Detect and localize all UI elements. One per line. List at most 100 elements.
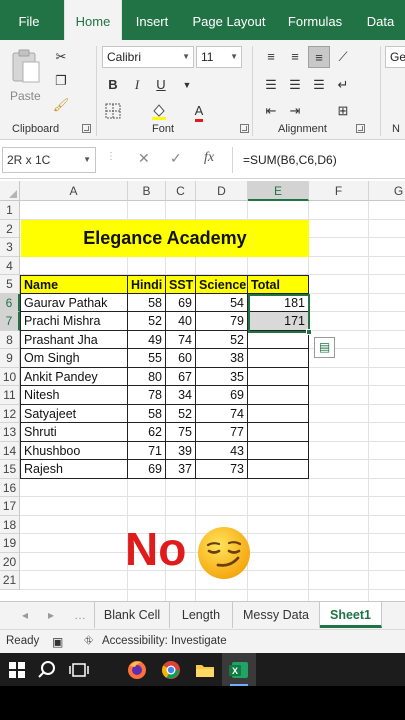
table-cell[interactable]: 69 bbox=[196, 386, 248, 405]
table-cell[interactable]: 34 bbox=[166, 386, 196, 405]
table-cell[interactable] bbox=[248, 404, 309, 423]
table-cell[interactable]: 52 bbox=[166, 404, 196, 423]
paste-button[interactable]: Paste bbox=[6, 46, 46, 106]
quick-analysis-button[interactable]: ▤ bbox=[314, 337, 335, 358]
row-header[interactable]: 1 bbox=[0, 201, 20, 220]
column-header[interactable]: A bbox=[20, 181, 128, 201]
table-header-cell[interactable]: SST bbox=[166, 275, 196, 294]
align-center-button[interactable]: ☰ bbox=[284, 74, 306, 96]
row-header[interactable]: 16 bbox=[0, 478, 20, 497]
select-all-button[interactable] bbox=[0, 181, 20, 201]
table-cell[interactable]: 79 bbox=[196, 312, 248, 331]
more-tabs-icon[interactable]: … bbox=[74, 608, 86, 622]
enter-icon[interactable]: ✓ bbox=[170, 150, 182, 167]
font-name-combo[interactable]: Calibri ▼ bbox=[102, 46, 194, 68]
name-box[interactable]: 2R x 1C ▼ bbox=[2, 147, 96, 173]
table-header-cell[interactable]: Total bbox=[248, 275, 309, 294]
windows-start-icon[interactable] bbox=[4, 657, 30, 683]
sheet-tab-messy-data[interactable]: Messy Data bbox=[233, 602, 320, 628]
table-cell[interactable]: Gaurav Pathak bbox=[20, 293, 128, 312]
tab-file[interactable]: File bbox=[0, 0, 58, 40]
row-header[interactable]: 13 bbox=[0, 423, 20, 442]
table-cell[interactable] bbox=[248, 386, 309, 405]
table-cell[interactable] bbox=[248, 460, 309, 479]
table-cell[interactable]: 75 bbox=[166, 423, 196, 442]
borders-button[interactable] bbox=[102, 100, 124, 122]
sheet-tab-sheet1[interactable]: Sheet1 bbox=[320, 602, 382, 628]
table-cell[interactable]: 54 bbox=[196, 293, 248, 312]
firefox-icon[interactable] bbox=[124, 657, 150, 683]
table-cell[interactable]: 73 bbox=[196, 460, 248, 479]
table-cell[interactable] bbox=[248, 423, 309, 442]
row-header[interactable]: 8 bbox=[0, 330, 20, 349]
insert-function-button[interactable]: fx bbox=[204, 150, 214, 166]
row-header[interactable]: 2 bbox=[0, 219, 20, 238]
format-painter-button[interactable]: 🖌 bbox=[50, 94, 72, 116]
bold-button[interactable]: B bbox=[102, 74, 124, 96]
font-size-combo[interactable]: 11 ▼ bbox=[196, 46, 242, 68]
row-header[interactable]: 3 bbox=[0, 238, 20, 257]
accessibility-status[interactable]: Accessibility: Investigate bbox=[102, 635, 227, 647]
table-cell[interactable]: 38 bbox=[196, 349, 248, 368]
column-header[interactable]: F bbox=[309, 181, 369, 201]
italic-button[interactable]: I bbox=[126, 74, 148, 96]
file-explorer-icon[interactable] bbox=[192, 657, 218, 683]
row-header[interactable]: 20 bbox=[0, 552, 20, 571]
row-header[interactable]: 18 bbox=[0, 515, 20, 534]
table-cell[interactable]: Khushboo bbox=[20, 441, 128, 460]
sheet-title[interactable]: Elegance Academy bbox=[21, 220, 309, 257]
column-header-selected[interactable]: E bbox=[248, 181, 309, 201]
tab-insert[interactable]: Insert bbox=[124, 0, 180, 40]
table-cell[interactable]: 67 bbox=[166, 367, 196, 386]
wrap-text-button[interactable]: ↵ bbox=[332, 74, 354, 96]
column-header[interactable]: G bbox=[369, 181, 405, 201]
row-header[interactable]: 11 bbox=[0, 386, 20, 405]
sheet-tab-blank-cell[interactable]: Blank Cell bbox=[94, 602, 170, 628]
underline-options-button[interactable]: ▼ bbox=[176, 74, 198, 96]
number-format-combo[interactable]: Ge bbox=[385, 46, 405, 68]
table-cell[interactable]: 40 bbox=[166, 312, 196, 331]
tab-data[interactable]: Data bbox=[356, 0, 405, 40]
excel-taskbar-button[interactable]: X bbox=[222, 653, 256, 686]
table-cell[interactable]: 71 bbox=[128, 441, 166, 460]
table-cell[interactable] bbox=[248, 441, 309, 460]
tab-formulas[interactable]: Formulas bbox=[280, 0, 350, 40]
row-header[interactable]: 17 bbox=[0, 497, 20, 516]
table-cell[interactable]: 52 bbox=[196, 330, 248, 349]
merge-center-button[interactable]: ⊞ bbox=[332, 100, 354, 122]
table-cell[interactable]: 58 bbox=[128, 404, 166, 423]
row-header[interactable]: 12 bbox=[0, 404, 20, 423]
scroll-tabs-right-icon[interactable]: ▸ bbox=[48, 608, 54, 622]
font-color-button[interactable]: A bbox=[188, 100, 210, 122]
worksheet-grid[interactable]: A B C D E F G 1 2 3 4 5 6 7 8 9 10 11 12 13 14 15 16 17 1… bbox=[0, 181, 405, 601]
search-icon[interactable] bbox=[34, 657, 60, 683]
table-cell[interactable]: 39 bbox=[166, 441, 196, 460]
table-cell[interactable]: 43 bbox=[196, 441, 248, 460]
orientation-button[interactable]: ⟋ bbox=[332, 46, 354, 68]
accessibility-icon[interactable]: ⛗ bbox=[84, 635, 93, 648]
table-cell[interactable]: Ankit Pandey bbox=[20, 367, 128, 386]
sheet-tab-length[interactable]: Length bbox=[170, 602, 233, 628]
tab-page-layout[interactable]: Page Layout bbox=[184, 0, 274, 40]
clipboard-launcher-icon[interactable] bbox=[82, 124, 91, 133]
table-cell[interactable]: 62 bbox=[128, 423, 166, 442]
decrease-indent-button[interactable]: ⇤ bbox=[260, 100, 282, 122]
table-cell[interactable]: 74 bbox=[166, 330, 196, 349]
row-header[interactable]: 10 bbox=[0, 367, 20, 386]
row-header[interactable]: 19 bbox=[0, 534, 20, 553]
column-header[interactable]: C bbox=[166, 181, 196, 201]
table-cell[interactable]: Nitesh bbox=[20, 386, 128, 405]
table-cell[interactable]: 69 bbox=[166, 293, 196, 312]
macro-record-icon[interactable]: ▣ bbox=[52, 635, 63, 649]
middle-align-button[interactable]: ≡ bbox=[284, 46, 306, 68]
fill-color-button[interactable] bbox=[148, 100, 170, 122]
table-cell[interactable]: 58 bbox=[128, 293, 166, 312]
scroll-tabs-left-icon[interactable]: ◂ bbox=[22, 608, 28, 622]
table-cell[interactable]: 35 bbox=[196, 367, 248, 386]
table-cell[interactable] bbox=[248, 367, 309, 386]
row-header[interactable]: 4 bbox=[0, 256, 20, 275]
column-header[interactable]: D bbox=[196, 181, 248, 201]
table-cell[interactable]: Om Singh bbox=[20, 349, 128, 368]
table-cell[interactable]: 78 bbox=[128, 386, 166, 405]
table-header-cell[interactable]: Science bbox=[196, 275, 248, 294]
